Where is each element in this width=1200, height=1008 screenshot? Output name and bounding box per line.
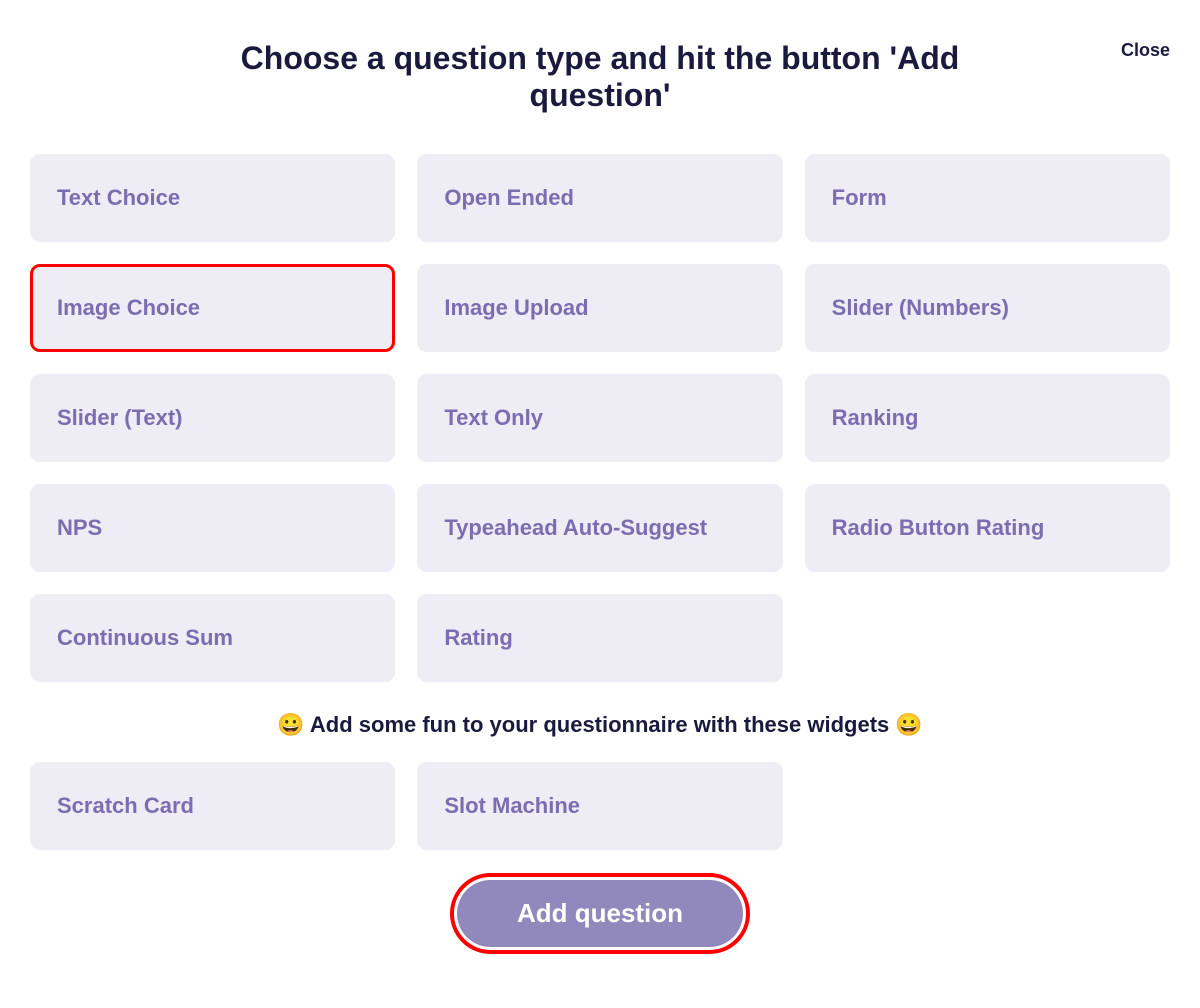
widget-label-scratch-card: Scratch Card bbox=[57, 793, 194, 818]
card-continuous-sum[interactable]: Continuous Sum bbox=[30, 594, 395, 682]
close-button[interactable]: Close bbox=[1121, 40, 1170, 61]
card-label-open-ended: Open Ended bbox=[444, 185, 574, 210]
card-text-only[interactable]: Text Only bbox=[417, 374, 782, 462]
card-label-radio-button-rating: Radio Button Rating bbox=[832, 515, 1045, 540]
page-title: Choose a question type and hit the butto… bbox=[200, 40, 1000, 114]
card-open-ended[interactable]: Open Ended bbox=[417, 154, 782, 242]
card-nps[interactable]: NPS bbox=[30, 484, 395, 572]
add-button-wrapper: Add question bbox=[30, 880, 1170, 947]
card-ranking[interactable]: Ranking bbox=[805, 374, 1170, 462]
page-header: Choose a question type and hit the butto… bbox=[30, 30, 1170, 114]
card-label-slider-text: Slider (Text) bbox=[57, 405, 183, 430]
card-label-image-upload: Image Upload bbox=[444, 295, 588, 320]
widget-label-slot-machine: Slot Machine bbox=[444, 793, 580, 818]
card-form[interactable]: Form bbox=[805, 154, 1170, 242]
card-slider-numbers[interactable]: Slider (Numbers) bbox=[805, 264, 1170, 352]
card-rating[interactable]: Rating bbox=[417, 594, 782, 682]
widgets-grid: Scratch Card Slot Machine bbox=[30, 762, 1170, 850]
card-label-slider-numbers: Slider (Numbers) bbox=[832, 295, 1009, 320]
widget-card-scratch-card[interactable]: Scratch Card bbox=[30, 762, 395, 850]
card-label-continuous-sum: Continuous Sum bbox=[57, 625, 233, 650]
card-image-choice[interactable]: Image Choice bbox=[30, 264, 395, 352]
card-label-image-choice: Image Choice bbox=[57, 295, 200, 320]
card-label-nps: NPS bbox=[57, 515, 102, 540]
card-typeahead[interactable]: Typeahead Auto-Suggest bbox=[417, 484, 782, 572]
card-label-text-only: Text Only bbox=[444, 405, 543, 430]
card-label-text-choice: Text Choice bbox=[57, 185, 180, 210]
question-type-grid: Text Choice Open Ended Form Image Choice Ima… bbox=[30, 154, 1170, 682]
widgets-section-title: 😀 Add some fun to your questionnaire wit… bbox=[30, 712, 1170, 738]
card-text-choice[interactable]: Text Choice bbox=[30, 154, 395, 242]
card-slider-text[interactable]: Slider (Text) bbox=[30, 374, 395, 462]
widgets-section: 😀 Add some fun to your questionnaire wit… bbox=[30, 712, 1170, 850]
card-label-rating: Rating bbox=[444, 625, 512, 650]
card-radio-button-rating[interactable]: Radio Button Rating bbox=[805, 484, 1170, 572]
add-question-button[interactable]: Add question bbox=[457, 880, 743, 947]
card-label-ranking: Ranking bbox=[832, 405, 919, 430]
card-label-typeahead: Typeahead Auto-Suggest bbox=[444, 515, 707, 540]
card-label-form: Form bbox=[832, 185, 887, 210]
card-image-upload[interactable]: Image Upload bbox=[417, 264, 782, 352]
widget-card-slot-machine[interactable]: Slot Machine bbox=[417, 762, 782, 850]
